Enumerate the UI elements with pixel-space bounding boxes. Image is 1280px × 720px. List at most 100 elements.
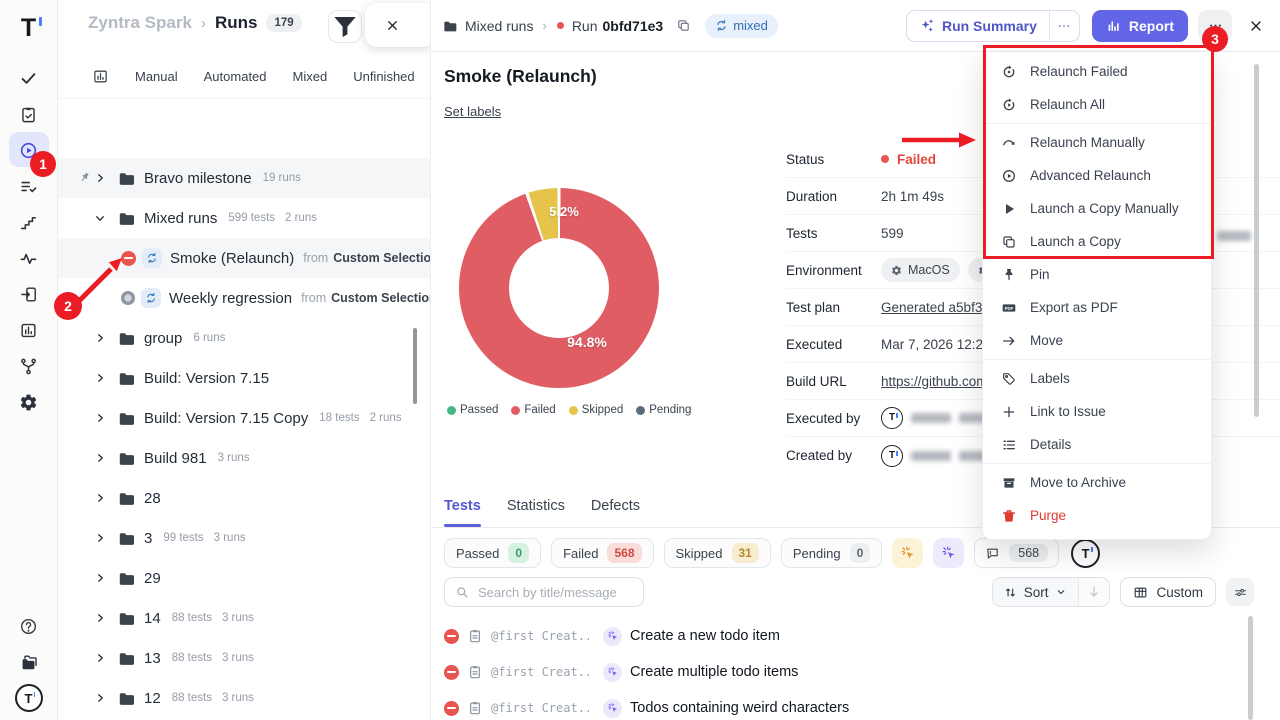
tree-row-14[interactable]: 1488 tests3 runs	[58, 598, 430, 638]
breadcrumb-section[interactable]: Runs	[215, 13, 258, 33]
run-summary-more-button[interactable]	[1049, 11, 1079, 41]
tree-row-3[interactable]: 399 tests3 runs	[58, 518, 430, 558]
header-folder-name[interactable]: Mixed runs	[465, 18, 533, 34]
chevron-right-icon[interactable]	[94, 412, 106, 424]
close-icon[interactable]	[385, 18, 400, 33]
tab-manual[interactable]: Manual	[135, 69, 178, 84]
tree-scrollbar[interactable]	[413, 328, 417, 404]
filter-chip-pending[interactable]: Pending0	[781, 538, 882, 568]
tree-row-12[interactable]: 1288 tests3 runs	[58, 678, 430, 718]
chevron-right-icon[interactable]	[94, 572, 106, 584]
tab-tests[interactable]: Tests	[444, 490, 481, 527]
chevron-right-icon[interactable]	[94, 452, 106, 464]
sidebar-item-gear[interactable]	[0, 384, 58, 420]
view-settings-button[interactable]	[1226, 578, 1254, 606]
breadcrumb-project[interactable]: Zyntra Spark	[88, 13, 192, 33]
legend-item-failed[interactable]: Failed	[511, 404, 555, 416]
sort-button[interactable]: Sort	[993, 578, 1080, 606]
tree-row-build-981[interactable]: Build 9813 runs	[58, 438, 430, 478]
chevron-right-icon[interactable]	[94, 652, 106, 664]
tree-row-mixed-runs[interactable]: Mixed runs599 tests2 runs	[58, 198, 430, 238]
menu-item-labels[interactable]: Labels	[983, 362, 1211, 395]
menu-item-launch-a-copy[interactable]: Launch a Copy	[983, 225, 1211, 258]
tree-row-smoke-relaunch[interactable]: Smoke (Relaunch)fromCustom Selection	[58, 238, 430, 278]
menu-item-move[interactable]: Move	[983, 324, 1211, 357]
sidebar-item-help[interactable]	[0, 608, 58, 644]
test-row-create-a-new-todo-item[interactable]: @first Creat...Create a new todo item	[444, 618, 1246, 654]
run-summary-button[interactable]: Run Summary	[907, 11, 1049, 41]
tree-row-weekly-regression[interactable]: Weekly regressionfromCustom Selection	[58, 278, 430, 318]
chevron-right-icon[interactable]	[94, 532, 106, 544]
detail-scrollbar[interactable]	[1254, 64, 1259, 417]
brand-logo[interactable]: T	[21, 0, 36, 56]
chevron-right-icon[interactable]	[94, 372, 106, 384]
tree-row-28[interactable]: 28	[58, 478, 430, 518]
run-type-badge[interactable]: mixed	[705, 14, 778, 38]
tab-mixed[interactable]: Mixed	[293, 69, 328, 84]
menu-item-launch-a-copy-manually[interactable]: Launch a Copy Manually	[983, 192, 1211, 225]
environment-chip-macos[interactable]: MacOS	[881, 258, 960, 282]
tree-row-29[interactable]: 29	[58, 558, 430, 598]
chevron-right-icon[interactable]	[94, 692, 106, 704]
tree-row-group[interactable]: group6 runs	[58, 318, 430, 358]
sidebar-item-pulse[interactable]	[0, 240, 58, 276]
menu-item-move-to-archive[interactable]: Move to Archive	[983, 466, 1211, 499]
automated-runner-filter-button[interactable]	[933, 538, 964, 568]
set-labels-link[interactable]: Set labels	[444, 104, 501, 119]
sidebar-item-list-check[interactable]	[0, 168, 58, 204]
run-report-icon[interactable]	[92, 68, 109, 85]
clear-filter-popover	[365, 3, 430, 47]
sidebar-item-branch[interactable]	[0, 348, 58, 384]
menu-item-export-as-pdf[interactable]: PDFExport as PDF	[983, 291, 1211, 324]
chevron-down-icon[interactable]	[94, 212, 106, 224]
sidebar-item-check[interactable]	[0, 60, 58, 96]
menu-item-relaunch-failed[interactable]: Relaunch Failed	[983, 55, 1211, 88]
tree-row-bravo-milestone[interactable]: Bravo milestone19 runs	[58, 158, 430, 198]
chevron-right-icon[interactable]	[94, 172, 106, 184]
menu-item-purge[interactable]: Purge	[983, 499, 1211, 532]
legend-item-skipped[interactable]: Skipped	[569, 404, 624, 416]
filter-chip-passed[interactable]: Passed0	[444, 538, 541, 568]
menu-item-relaunch-manually[interactable]: Relaunch Manually	[983, 126, 1211, 159]
assignee-avatar[interactable]: T	[1071, 539, 1100, 568]
sidebar-item-clipboard-check[interactable]	[0, 96, 58, 132]
run-more-actions-button[interactable]	[1198, 10, 1232, 42]
sort-direction-button[interactable]	[1079, 578, 1109, 606]
manual-runner-filter-button[interactable]	[892, 538, 923, 568]
tests-scrollbar[interactable]	[1248, 616, 1253, 720]
sidebar-item-steps[interactable]	[0, 204, 58, 240]
menu-item-details[interactable]: Details	[983, 428, 1211, 461]
tree-row-build-version-7-15[interactable]: Build: Version 7.15	[58, 358, 430, 398]
chevron-right-icon[interactable]	[94, 492, 106, 504]
legend-item-pending[interactable]: Pending	[636, 404, 691, 416]
menu-item-advanced-relaunch[interactable]: Advanced Relaunch	[983, 159, 1211, 192]
tab-defects[interactable]: Defects	[591, 490, 640, 527]
test-row-todos-containing-weird-characters[interactable]: @first Creat...Todos containing weird ch…	[444, 690, 1246, 720]
filter-icon[interactable]	[328, 10, 362, 43]
chevron-right-icon[interactable]	[94, 612, 106, 624]
sidebar-item-projects[interactable]	[0, 644, 58, 680]
tree-row-13[interactable]: 1388 tests3 runs	[58, 638, 430, 678]
tab-statistics[interactable]: Statistics	[507, 490, 565, 527]
tab-unfinished[interactable]: Unfinished	[353, 69, 414, 84]
menu-item-link-to-issue[interactable]: Link to Issue	[983, 395, 1211, 428]
filter-chip-skipped[interactable]: Skipped31	[664, 538, 771, 568]
custom-columns-button[interactable]: Custom	[1120, 577, 1216, 607]
search-input[interactable]	[476, 584, 633, 601]
test-row-create-multiple-todo-items[interactable]: @first Creat...Create multiple todo item…	[444, 654, 1246, 690]
sidebar-item-import[interactable]	[0, 276, 58, 312]
chevron-right-icon[interactable]	[94, 332, 106, 344]
menu-item-relaunch-all[interactable]: Relaunch All	[983, 88, 1211, 121]
report-button[interactable]: Report	[1092, 10, 1188, 42]
copy-icon[interactable]	[676, 18, 691, 33]
menu-item-pin[interactable]: Pin	[983, 258, 1211, 291]
comments-button[interactable]: 568	[974, 538, 1059, 568]
tree-row-build-version-7-15-copy[interactable]: Build: Version 7.15 Copy18 tests2 runs	[58, 398, 430, 438]
sidebar-item-play-circle[interactable]	[0, 132, 58, 168]
tab-automated[interactable]: Automated	[204, 69, 267, 84]
filter-chip-failed[interactable]: Failed568	[551, 538, 653, 568]
sidebar-item-profile[interactable]: T	[0, 680, 58, 716]
close-panel-icon[interactable]	[1248, 18, 1264, 34]
legend-item-passed[interactable]: Passed	[447, 404, 498, 416]
sidebar-item-bar-frame[interactable]	[0, 312, 58, 348]
